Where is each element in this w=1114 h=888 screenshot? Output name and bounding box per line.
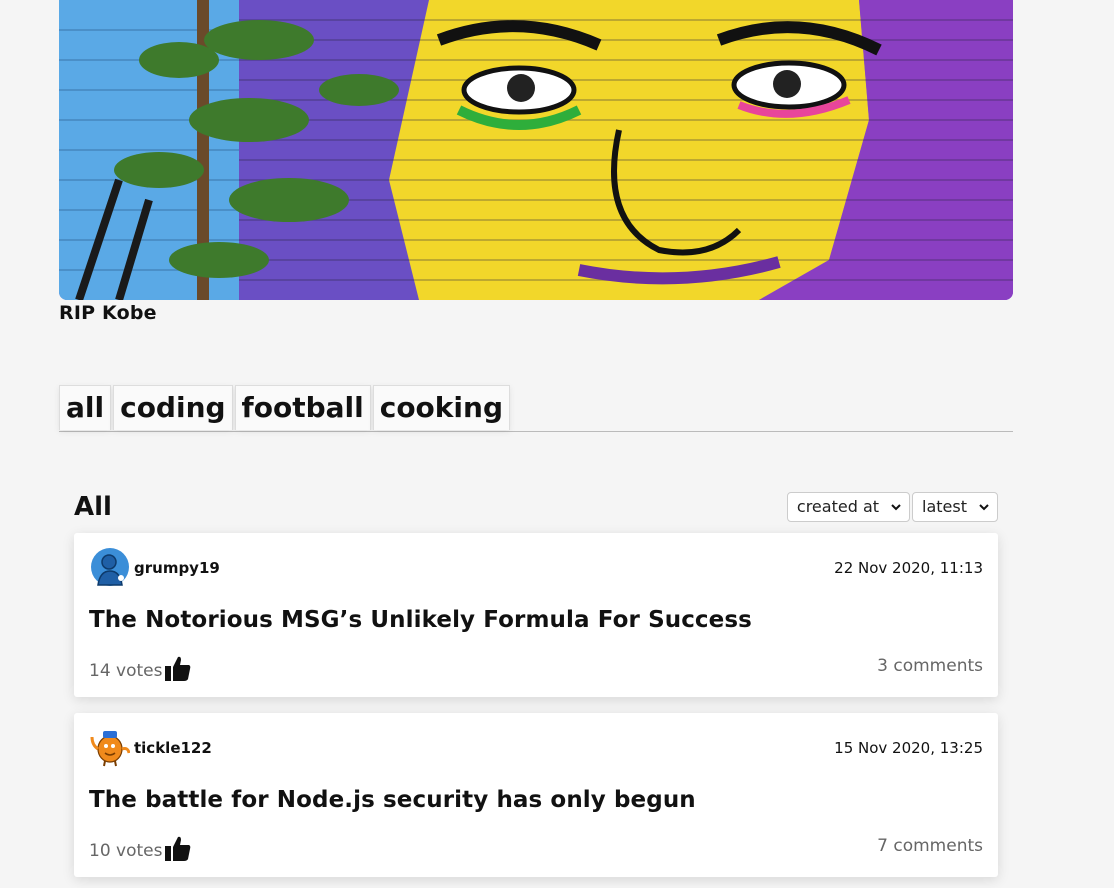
article-title[interactable]: The Notorious MSG’s Unlikely Formula For…	[89, 607, 752, 633]
article-date: 15 Nov 2020, 13:25	[834, 739, 983, 757]
hero-caption: RIP Kobe	[59, 302, 157, 324]
vote-count: 14 votes	[89, 661, 163, 681]
author-name[interactable]: tickle122	[134, 739, 212, 757]
blue-figure-avatar-icon	[90, 547, 130, 587]
chevron-down-icon	[979, 493, 989, 521]
sort-by-select[interactable]: created at	[786, 492, 911, 522]
articles-header: All created at latest	[74, 488, 998, 528]
order-value: latest	[922, 497, 967, 516]
topic-tab-football[interactable]: football	[234, 385, 371, 430]
author-name[interactable]: grumpy19	[134, 559, 220, 577]
vote-count: 10 votes	[89, 841, 163, 861]
article-date: 22 Nov 2020, 11:13	[834, 559, 983, 577]
article-card[interactable]: tickle122 15 Nov 2020, 13:25 The battle …	[74, 713, 998, 877]
topic-tab-all[interactable]: all	[59, 385, 112, 430]
thumbs-up-icon[interactable]	[164, 655, 192, 683]
article-title[interactable]: The battle for Node.js security has only…	[89, 787, 696, 813]
topic-tab-coding[interactable]: coding	[113, 385, 233, 430]
article-card[interactable]: grumpy19 22 Nov 2020, 11:13 The Notoriou…	[74, 533, 998, 697]
order-select[interactable]: latest	[912, 492, 998, 522]
sort-controls: created at latest	[786, 492, 998, 522]
topic-nav: all coding football cooking	[59, 385, 1013, 432]
list-title: All	[74, 492, 112, 522]
mr-tickle-avatar-icon	[90, 727, 131, 767]
comments-link[interactable]: 7 comments	[877, 836, 983, 856]
chevron-down-icon	[891, 493, 901, 521]
sort-by-value: created at	[796, 497, 880, 516]
thumbs-up-icon[interactable]	[164, 835, 192, 863]
topic-tab-cooking[interactable]: cooking	[372, 385, 510, 430]
hero-image	[59, 0, 1013, 300]
comments-link[interactable]: 3 comments	[877, 656, 983, 676]
